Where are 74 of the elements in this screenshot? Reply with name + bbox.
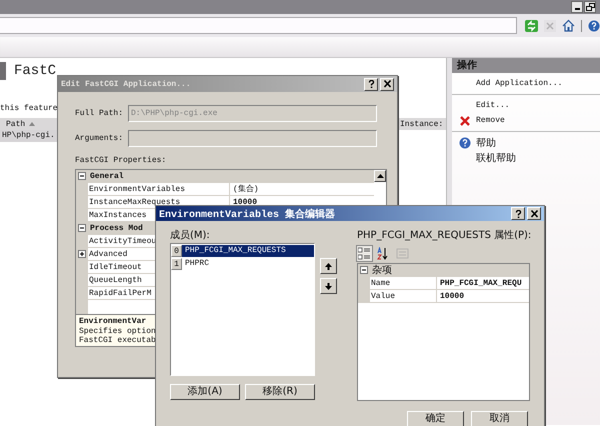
column-header[interactable]: Path (0, 118, 57, 130)
home-icon[interactable] (562, 19, 575, 32)
dialog-title: EnvironmentVariables 集合编辑器 (159, 208, 336, 220)
move-up-button[interactable] (320, 258, 337, 274)
scroll-up-button[interactable] (374, 170, 386, 182)
address-field[interactable] (0, 17, 517, 34)
property-value[interactable]: 10000 (440, 292, 464, 300)
list-item[interactable]: PHPRC (182, 258, 314, 270)
property-name: EnvironmentVariables (89, 184, 186, 194)
field-label: Full Path: (75, 109, 124, 118)
dialog-button[interactable]: 添加(A) (170, 384, 240, 400)
help-button[interactable] (364, 78, 378, 90)
restore-icon (586, 3, 594, 11)
close-button[interactable] (527, 207, 541, 220)
table-cell[interactable]: HP\php-cgi. (0, 130, 57, 142)
dialog-title: Edit FastCGI Application... (61, 80, 191, 88)
question-mark-icon (514, 210, 522, 218)
category-label: General (89, 172, 124, 180)
help-icon[interactable] (588, 20, 600, 32)
up-arrow-icon (325, 262, 332, 270)
expand-icon[interactable] (78, 250, 86, 258)
property-name: IdleTimeout (89, 262, 142, 272)
collapse-icon[interactable] (78, 172, 86, 180)
dialog-button[interactable]: 移除(R) (245, 384, 315, 400)
property-name: QueueLength (89, 276, 142, 284)
refresh-icon[interactable] (525, 20, 538, 32)
collapse-icon[interactable] (360, 266, 368, 274)
close-icon (460, 116, 470, 126)
action-link[interactable]: Edit... (476, 101, 510, 110)
action-link[interactable]: 帮助 (476, 136, 496, 150)
property-name: ActivityTimeou (89, 236, 156, 246)
dialog-button[interactable]: 取消 (471, 411, 528, 426)
index-label: 0 (171, 244, 182, 256)
property-value[interactable]: PHP_FCGI_MAX_REQU (440, 278, 522, 288)
move-down-button[interactable] (320, 278, 337, 294)
description-text: this feature (0, 103, 58, 115)
question-mark-icon (368, 80, 374, 88)
description-text: FastCGI executab (79, 336, 157, 345)
dialog-button[interactable]: 确定 (407, 411, 464, 426)
category-label: Process Mod (89, 224, 143, 232)
categorized-view-icon[interactable] (357, 246, 372, 261)
property-name: Name (371, 278, 390, 288)
close-button[interactable] (380, 78, 394, 90)
property-name: Value (371, 292, 396, 300)
list-item[interactable]: PHP_FCGI_MAX_REQUESTS (182, 244, 314, 256)
help-icon (459, 136, 471, 148)
column-header[interactable]: Instance: (399, 118, 446, 130)
property-name: MaxInstances (89, 210, 147, 220)
panel-title: 操作 (452, 58, 600, 73)
section-label: FastCGI Properties: (75, 156, 168, 166)
property-name: RapidFailPerM (89, 288, 152, 298)
property-value[interactable]: 10000 (233, 198, 258, 206)
property-name: Advanced (89, 250, 128, 258)
restore-button[interactable] (584, 1, 596, 13)
page-heading: FastC (14, 63, 56, 79)
property-value[interactable]: (集合) (233, 184, 259, 194)
section-label: PHP_FCGI_MAX_REQUESTS 属性(P): (357, 229, 530, 243)
category-label: 杂项 (371, 264, 392, 277)
action-link[interactable]: Add Application... (476, 79, 562, 88)
property-name: InstanceMaxRequests (89, 198, 180, 206)
close-icon (384, 80, 390, 88)
index-label: 1 (171, 258, 182, 270)
description-text: Specifies option (79, 327, 157, 336)
action-link[interactable]: 联机帮助 (476, 150, 516, 164)
action-link[interactable]: Remove (476, 116, 505, 125)
down-arrow-icon (325, 282, 332, 290)
help-button[interactable] (511, 207, 525, 220)
minimize-button[interactable] (571, 1, 583, 13)
up-arrow-icon (376, 174, 384, 178)
collapse-icon[interactable] (78, 224, 86, 232)
section-label: 成员(M): (170, 229, 211, 243)
close-icon (530, 210, 538, 218)
field-label: Arguments: (75, 134, 124, 143)
description-title: EnvironmentVar (79, 317, 148, 327)
